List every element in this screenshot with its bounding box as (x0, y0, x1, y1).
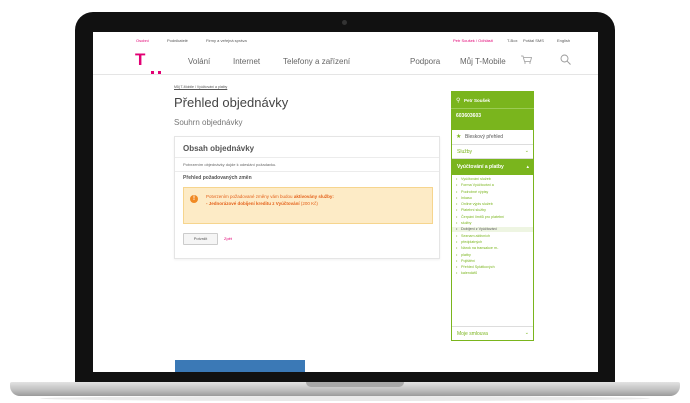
nav-my-t-mobile[interactable]: Můj T-Mobile (460, 57, 506, 66)
search-icon[interactable] (560, 54, 571, 65)
chevron-down-icon: ⌄ (524, 330, 529, 336)
alert-price: (200 Kč) (300, 201, 318, 206)
topbar-postal-sms-link[interactable]: Poštal SMS (523, 38, 544, 43)
sidebar-phone-number: 603603603 (456, 113, 482, 119)
alert-item: - Jednorázové dobíjení kreditu z Vyúčtov… (206, 201, 300, 206)
topbar-business-link[interactable]: Podnikatelé (167, 38, 188, 43)
alert-bold: aktivovány služby: (293, 194, 334, 199)
sidebar-item-quick-overview[interactable]: ★ Bleskový přehled (452, 130, 533, 145)
order-description: Potvrzením objednávky dojde k odeslání p… (183, 162, 277, 167)
submenu-item[interactable]: Podrobné výpisy (452, 190, 533, 195)
t-mobile-logo[interactable]: T (135, 50, 146, 70)
topbar-corporate-link[interactable]: Firmy a veřejná správa (206, 38, 247, 43)
topbar-tbox-link[interactable]: T-Box (507, 38, 517, 43)
breadcrumb-text[interactable]: Můj T-Mobile / Vyúčtování a platby (174, 85, 227, 89)
sidebar-user-name: Petr Soušek (464, 98, 491, 103)
page-subtitle: Souhrn objednávky (174, 118, 243, 127)
submenu-item[interactable]: Seznam aktivních (452, 234, 533, 239)
main-header: T Volání Internet Telefony a zařízení Po… (93, 46, 598, 75)
sidebar-item-contract[interactable]: Moje smlouva ⌄ (452, 326, 533, 341)
sidebar-item-label: Bleskový přehled (465, 134, 504, 140)
submenu-item[interactable]: Čerpání limitů pro platební (452, 215, 533, 220)
chevron-down-icon: ⌄ (524, 148, 529, 154)
sidebar-menu: ★ Bleskový přehled Služby ⌄ Vyúčtování a… (451, 129, 534, 341)
order-panel-title: Obsah objednávky (183, 144, 255, 153)
page-title: Přehled objednávky (174, 95, 289, 110)
laptop-base (10, 382, 680, 396)
screen: Osobní Podnikatelé Firmy a veřejná správ… (93, 32, 598, 372)
sidebar-user-card[interactable]: ⚲ Petr Soušek 603603603 (451, 91, 534, 129)
chevron-up-icon: ▴ (526, 164, 529, 170)
laptop-shadow (40, 396, 650, 401)
submenu-item-active[interactable]: Dobíjení z Vyúčtování (452, 227, 533, 233)
nav-podpora[interactable]: Podpora (410, 57, 440, 66)
laptop-notch (306, 382, 404, 387)
submenu-item[interactable]: předplatných (452, 240, 533, 245)
submenu-item[interactable]: kalendářů (452, 271, 533, 276)
top-utility-bar: Osobní Podnikatelé Firmy a veřejná správ… (93, 32, 598, 46)
star-icon: ★ (456, 134, 462, 140)
sidebar-item-label: Služby (457, 149, 473, 155)
confirm-button[interactable]: Potvrdit (183, 233, 218, 245)
submenu-item[interactable]: platby (452, 253, 533, 258)
submenu-item[interactable]: Online výpis služeb (452, 202, 533, 207)
submenu-item[interactable]: Inkaso (452, 196, 533, 201)
bottom-blue-strip (175, 360, 305, 372)
submenu-item[interactable]: Nárok na transakce m- (452, 246, 533, 251)
billing-submenu: Vyúčtování služeb Forma Vyúčtování a Pod… (452, 177, 533, 278)
user-icon: ⚲ (456, 98, 461, 104)
sidebar-item-label: Moje smlouva (457, 331, 488, 337)
camera-icon (342, 20, 347, 25)
sidebar-item-label: Vyúčtování a platby (457, 164, 504, 170)
submenu-item[interactable]: Vyúčtování služeb (452, 177, 533, 182)
order-panel: Obsah objednávky Potvrzením objednávky d… (174, 136, 440, 259)
requested-changes-heading: Přehled požadovaných změn (183, 175, 252, 181)
topbar-user-logout[interactable]: Petr Soušek / Odhlásit (453, 38, 493, 43)
logo-dots (151, 61, 165, 79)
breadcrumb[interactable]: Můj T-Mobile / Vyúčtování a platby (174, 85, 227, 89)
warning-icon: ! (190, 195, 198, 203)
submenu-item[interactable]: Forma Vyúčtování a (452, 183, 533, 188)
nav-volani[interactable]: Volání (188, 57, 210, 66)
back-link[interactable]: Zpět (224, 236, 232, 241)
sidebar-item-services[interactable]: Služby ⌄ (452, 145, 533, 159)
submenu-item[interactable]: Pojištění (452, 259, 533, 264)
alert-line-2: - Jednorázové dobíjení kreditu z Vyúčtov… (206, 201, 318, 206)
divider (175, 171, 439, 172)
sidebar-item-billing[interactable]: Vyúčtování a platby ▴ (452, 159, 533, 175)
submenu-item[interactable]: Přehled Splátkových (452, 265, 533, 270)
submenu-item[interactable]: služby (452, 221, 533, 226)
topbar-english-link[interactable]: English (557, 38, 570, 43)
topbar-private-link[interactable]: Osobní (136, 38, 149, 43)
nav-telefony[interactable]: Telefony a zařízení (283, 57, 350, 66)
nav-internet[interactable]: Internet (233, 57, 260, 66)
changes-alert: ! Potvrzením požadované změny vám budou … (183, 187, 433, 224)
divider (175, 157, 439, 158)
alert-prefix: Potvrzením požadované změny vám budou (206, 194, 293, 199)
alert-line-1: Potvrzením požadované změny vám budou ak… (206, 194, 334, 199)
divider (451, 108, 534, 109)
submenu-item[interactable]: Platební služby (452, 208, 533, 213)
cart-icon[interactable] (521, 55, 532, 64)
